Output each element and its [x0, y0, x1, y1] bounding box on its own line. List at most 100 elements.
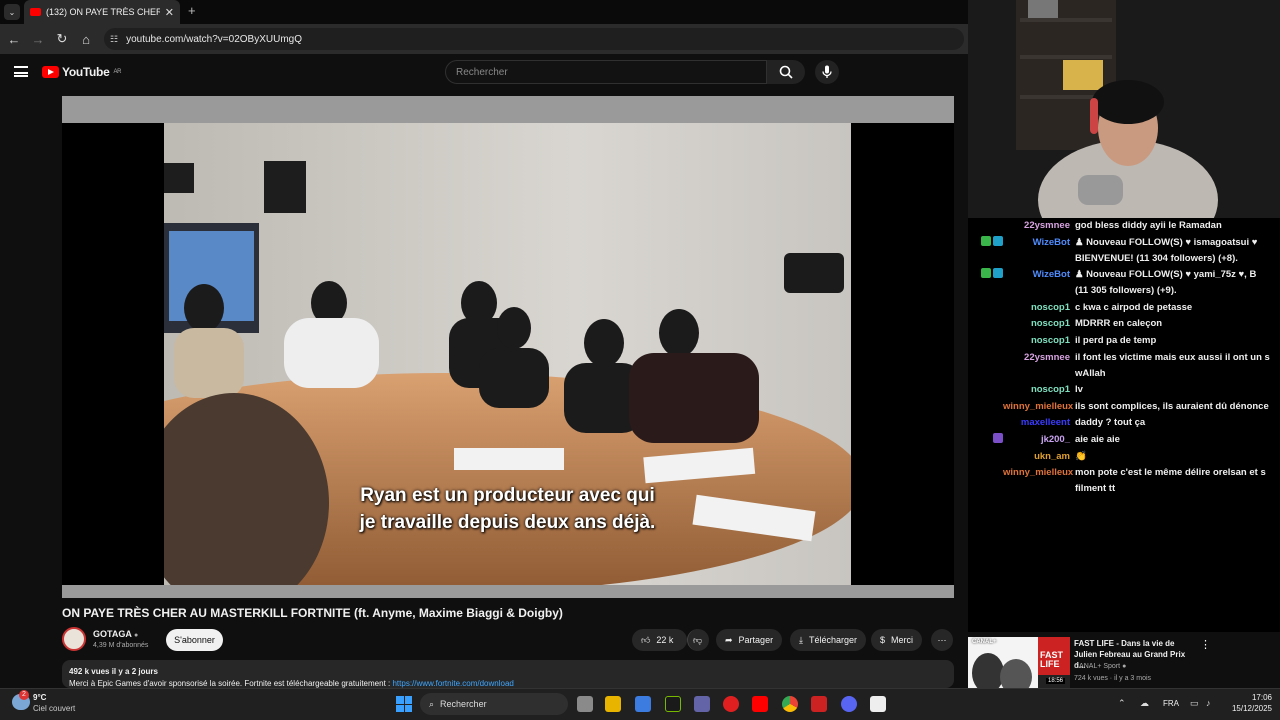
share-icon: ➦	[725, 634, 733, 645]
windows-start-icon[interactable]	[396, 696, 412, 712]
channel-name[interactable]: GOTAGA ●	[93, 629, 138, 639]
media-player-icon[interactable]	[723, 696, 739, 712]
chat-username[interactable]: 22ysmnee	[1003, 218, 1075, 234]
nvidia-icon[interactable]	[665, 696, 681, 712]
taskbar-search-text: Rechercher	[440, 699, 487, 709]
like-button[interactable]: 👍︎ 22 k	[632, 629, 687, 651]
recommended-thumbnail[interactable]: CANAL+ FAST LIFE 18:56	[968, 637, 1070, 688]
weather-badge: 2	[19, 690, 29, 700]
webcam-image	[968, 0, 1280, 218]
download-button[interactable]: ⤓ Télécharger	[790, 629, 867, 651]
chat-username[interactable]: noscop1	[1003, 333, 1075, 349]
chat-message: noscop1 lv	[968, 382, 1280, 398]
weather-desc: Ciel couvert	[33, 704, 76, 713]
chat-username[interactable]: jk200_	[1003, 432, 1075, 448]
chat-username[interactable]: maxelleent	[1003, 415, 1075, 431]
chat-badge-icon	[993, 268, 1003, 279]
chat-badges	[968, 300, 1003, 316]
clock[interactable]: 17:06 15/12/2025	[1228, 692, 1272, 714]
chat-text: god bless diddy ayii le Ramadan	[1075, 220, 1222, 231]
player-top-bar	[62, 96, 954, 123]
app-icon[interactable]	[811, 696, 827, 712]
chat-message: WizeBot ♟ Nouveau FOLLOW(S) ♥ yami_75z ♥,…	[968, 267, 1280, 299]
chat-badge-icon	[981, 235, 991, 246]
canal-plus-brand: CANAL+	[972, 639, 997, 645]
stream-chat: 22ysmnee god bless diddy ayii le Ramadan W…	[968, 218, 1280, 632]
site-settings-icon[interactable]: ☷	[110, 34, 118, 45]
chat-username[interactable]: noscop1	[1003, 382, 1075, 398]
chat-message: winny_mielleux mon pote c'est le même dél…	[968, 465, 1280, 497]
subtitle-line-1: Ryan est un producteur avec qui	[360, 485, 655, 506]
weather-temp: 9°C	[33, 693, 47, 702]
menu-icon[interactable]	[14, 66, 28, 77]
chat-badges	[968, 333, 1003, 349]
voice-search-button[interactable]	[815, 60, 839, 84]
discord-icon[interactable]	[841, 696, 857, 712]
forward-icon[interactable]: →	[26, 27, 50, 51]
recommended-more-icon[interactable]: ⋮	[1200, 638, 1211, 651]
store-icon[interactable]	[635, 696, 651, 712]
tab-search-button[interactable]: ⌄	[4, 4, 20, 20]
address-bar[interactable]: ☷ youtube.com/watch?v=02OByXUUmgQ	[104, 28, 964, 50]
new-tab-button[interactable]: +	[188, 3, 196, 18]
chat-badges	[968, 432, 1003, 448]
chat-username[interactable]: noscop1	[1003, 316, 1075, 332]
search-input[interactable]: Rechercher	[445, 60, 767, 84]
player-progress-bar[interactable]	[62, 585, 954, 598]
task-view-icon[interactable]	[577, 696, 593, 712]
chat-badges	[968, 316, 1003, 332]
chat-username[interactable]: ukn_am	[1003, 449, 1075, 465]
reload-icon[interactable]: ↻	[50, 27, 74, 51]
chat-username[interactable]: noscop1	[1003, 300, 1075, 316]
description-link[interactable]: https://www.fortnite.com/download	[392, 679, 513, 688]
volume-icon[interactable]: ♪	[1206, 698, 1211, 708]
close-tab-icon[interactable]: ✕	[165, 6, 174, 19]
share-label: Partager	[738, 635, 774, 645]
chat-text: c kwa c airpod de petasse	[1075, 301, 1193, 313]
description-box[interactable]: 492 k vues il y a 2 jours Merci à Epic G…	[62, 660, 954, 688]
recommended-channel-name: CANAL+ Sport	[1074, 663, 1121, 670]
browser-tab[interactable]: (132) ON PAYE TRÈS CHER AU MASTERKILL ✕	[24, 0, 180, 24]
network-icon[interactable]: ▭	[1190, 698, 1199, 709]
chat-username[interactable]: winny_mielleux	[1003, 399, 1075, 415]
chat-username[interactable]: winny_mielleux	[1003, 465, 1075, 497]
thanks-label: Merci	[891, 635, 914, 645]
share-button[interactable]: ➦ Partager	[716, 629, 783, 651]
home-icon[interactable]: ⌂	[74, 27, 98, 51]
dislike-button[interactable]: 👎︎	[687, 629, 709, 651]
taskbar-search[interactable]: ⌕ Rechercher	[420, 693, 568, 715]
subscribe-button[interactable]: S'abonner	[166, 629, 223, 651]
youtube-logo[interactable]: YouTube AR	[42, 65, 121, 79]
thanks-button[interactable]: $ Merci	[871, 629, 923, 651]
more-actions-button[interactable]: ⋯	[931, 629, 953, 651]
chat-badges	[968, 218, 1003, 234]
back-icon[interactable]: ←	[2, 27, 26, 51]
chat-message: winny_mielleux ils sont complices, ils au…	[968, 399, 1280, 415]
chat-username[interactable]: 22ysmnee	[1003, 350, 1075, 382]
show-hidden-icons-icon[interactable]: ⌃	[1118, 698, 1126, 709]
cloud-icon[interactable]: ☁	[1140, 698, 1149, 709]
chat-message: noscop1 MDRRR en caleçon	[968, 316, 1280, 332]
channel-avatar[interactable]	[62, 627, 86, 651]
input-language[interactable]: FRA	[1163, 699, 1179, 708]
chat-message: 22ysmnee god bless diddy ayii le Ramadan	[968, 218, 1280, 234]
chat-username[interactable]: WizeBot	[1003, 267, 1075, 299]
teams-icon[interactable]	[694, 696, 710, 712]
chat-username[interactable]: WizeBot	[1003, 235, 1075, 267]
region-code: AR	[113, 69, 122, 75]
chat-text: mon pote c'est le même délire orelsan et…	[1075, 467, 1266, 495]
thumbnail-title: FAST LIFE	[1040, 650, 1064, 669]
search-button[interactable]	[767, 60, 805, 84]
chat-badges	[968, 415, 1003, 431]
file-explorer-icon[interactable]	[605, 696, 621, 712]
youtube-app-icon[interactable]	[752, 696, 768, 712]
notepad-icon[interactable]	[870, 696, 886, 712]
chrome-icon[interactable]	[782, 696, 798, 712]
search-placeholder: Rechercher	[456, 66, 508, 78]
thumbs-down-icon: 👎︎	[693, 634, 703, 645]
views-date: 492 k vues il y a 2 jours	[69, 667, 158, 676]
video-duration: 18:56	[1046, 678, 1066, 684]
chat-message: maxelleent daddy ? tout ça	[968, 415, 1280, 431]
chat-message: ukn_am 👏	[968, 449, 1280, 465]
chat-text: daddy ? tout ça	[1075, 417, 1146, 429]
